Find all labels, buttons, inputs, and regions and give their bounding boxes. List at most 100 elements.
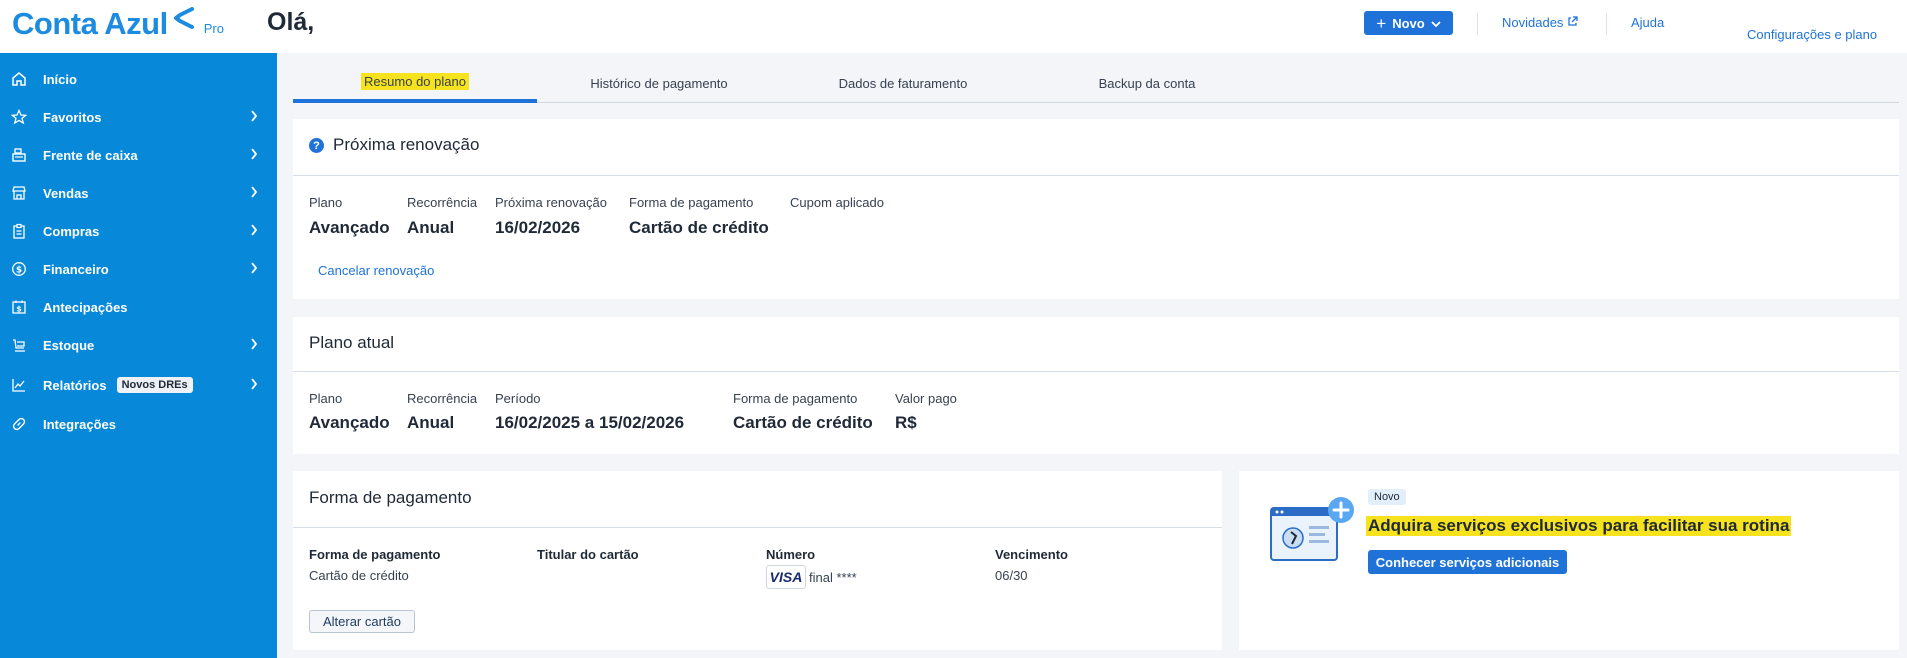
chevron-down-icon <box>1431 16 1441 31</box>
field-label: Período <box>495 391 541 406</box>
greeting: Olá, <box>267 8 315 36</box>
plus-icon: + <box>1376 13 1387 33</box>
payment-method-text: Cartão de crédito <box>309 568 409 583</box>
sidebar-item-label: Início <box>43 71 77 87</box>
chevron-right-icon <box>250 110 258 125</box>
help-icon[interactable]: ? <box>309 138 324 153</box>
column-header: Vencimento <box>995 547 1068 562</box>
tab-historico-de-pagamento[interactable]: Histórico de pagamento <box>537 64 781 103</box>
header-divider <box>1477 13 1478 35</box>
recurrence-value: Anual <box>407 413 455 432</box>
logo[interactable]: Conta Azul Pro <box>12 6 224 42</box>
logo-mark-icon <box>172 7 196 34</box>
chevron-right-icon <box>250 338 258 353</box>
home-icon <box>10 70 28 88</box>
sidebar-item-label: Integrações <box>43 416 116 432</box>
sidebar-item-inicio[interactable]: Início <box>0 62 277 96</box>
tab-label: Resumo do plano <box>361 73 469 90</box>
news-link[interactable]: Novidades <box>1502 15 1579 30</box>
amount-paid-value: R$ <box>895 413 917 432</box>
tab-bar: Resumo do plano Histórico de pagamento D… <box>293 64 1899 103</box>
tab-backup-da-conta[interactable]: Backup da conta <box>1025 64 1269 103</box>
store-icon <box>10 184 28 202</box>
column-header: Titular do cartão <box>537 547 639 562</box>
field-label: Próxima renovação <box>495 195 607 210</box>
svg-text:$: $ <box>16 305 22 314</box>
sidebar-item-label: Vendas <box>43 185 89 201</box>
top-header: Conta Azul Pro Olá, + Novo Novidades Aju… <box>0 0 1907 53</box>
period-value: 16/02/2025 a 15/02/2026 <box>495 413 685 432</box>
settings-link[interactable]: Configurações e plano <box>1747 27 1877 42</box>
sidebar-item-label: Relatórios <box>43 377 107 393</box>
field-label: Valor pago <box>895 391 957 406</box>
news-link-label: Novidades <box>1502 15 1564 30</box>
link-icon <box>10 415 28 433</box>
sidebar-item-compras[interactable]: Compras <box>0 214 277 248</box>
calendar-dollar-icon: $ <box>10 298 28 316</box>
payment-method-card: Forma de pagamento Forma de pagamento Ti… <box>293 471 1222 650</box>
card-number-text: final **** <box>809 570 857 585</box>
header-divider <box>1606 13 1607 35</box>
sidebar-item-relatorios[interactable]: Relatórios Novos DREs <box>0 368 277 402</box>
divider <box>293 371 1899 372</box>
sidebar-item-financeiro[interactable]: $ Financeiro <box>0 252 277 286</box>
sidebar-item-favoritos[interactable]: Favoritos <box>0 100 277 134</box>
field-label: Plano <box>309 195 343 210</box>
card-expiry-text: 06/30 <box>995 568 1028 583</box>
sidebar-item-vendas[interactable]: Vendas <box>0 176 277 210</box>
services-illustration-icon <box>1269 496 1359 571</box>
help-link[interactable]: Ajuda <box>1631 15 1664 30</box>
sidebar-item-estoque[interactable]: Estoque <box>0 328 277 362</box>
new-badge: Novo <box>1368 489 1406 505</box>
field-label: Plano <box>309 391 343 406</box>
promo-title: Adquira serviços exclusivos para facilit… <box>1366 516 1792 536</box>
box-icon <box>10 336 28 354</box>
sidebar-item-integracoes[interactable]: Integrações <box>0 407 277 441</box>
svg-text:$: $ <box>16 266 22 276</box>
divider <box>293 175 1899 176</box>
tab-label: Backup da conta <box>1098 76 1196 91</box>
current-plan-card: Plano atual Plano Avançado Recorrência A… <box>293 317 1899 454</box>
column-header: Forma de pagamento <box>309 547 441 562</box>
tab-label: Histórico de pagamento <box>590 76 728 91</box>
plan-value: Avançado <box>309 413 390 432</box>
clipboard-icon <box>10 222 28 240</box>
sidebar-item-frente-de-caixa[interactable]: Frente de caixa <box>0 138 277 172</box>
additional-services-button[interactable]: Conhecer serviços adicionais <box>1368 550 1567 574</box>
tab-label: Dados de faturamento <box>838 76 968 91</box>
sidebar-item-label: Financeiro <box>43 261 109 277</box>
dollar-circle-icon: $ <box>10 260 28 278</box>
field-label: Forma de pagamento <box>733 391 858 406</box>
card-title: Forma de pagamento <box>309 488 472 507</box>
card-title: Próxima renovação <box>333 135 480 154</box>
star-icon <box>10 108 28 126</box>
promo-card: Novo Adquira serviços exclusivos para fa… <box>1239 471 1899 650</box>
column-header: Número <box>766 547 816 562</box>
payment-method-value: Cartão de crédito <box>629 218 769 237</box>
next-renewal-card: ? Próxima renovação Plano Avançado Recor… <box>293 119 1899 299</box>
tab-dados-de-faturamento[interactable]: Dados de faturamento <box>781 64 1025 103</box>
sidebar-item-label: Favoritos <box>43 109 102 125</box>
logo-text: Conta Azul <box>12 6 168 41</box>
external-link-icon <box>1567 15 1579 30</box>
cancel-renewal-link[interactable]: Cancelar renovação <box>318 263 434 278</box>
chevron-right-icon <box>250 186 258 201</box>
new-button-label: Novo <box>1392 15 1425 31</box>
payment-method-value: Cartão de crédito <box>733 413 873 432</box>
field-label: Cupom aplicado <box>790 195 884 210</box>
logo-pro-label: Pro <box>203 21 224 36</box>
chevron-right-icon <box>250 262 258 277</box>
sidebar: Início Favoritos Frente de caixa Vendas … <box>0 53 277 658</box>
recurrence-value: Anual <box>407 218 455 237</box>
sidebar-item-antecipacoes[interactable]: $ Antecipações <box>0 290 277 324</box>
field-label: Recorrência <box>407 195 478 210</box>
change-card-button[interactable]: Alterar cartão <box>309 610 415 633</box>
new-button[interactable]: + Novo <box>1364 11 1453 35</box>
chart-line-icon <box>10 376 28 394</box>
chevron-right-icon <box>250 224 258 239</box>
new-reports-badge: Novos DREs <box>116 377 193 393</box>
tab-resumo-do-plano[interactable]: Resumo do plano <box>293 64 537 103</box>
chevron-right-icon <box>250 378 258 393</box>
divider <box>293 527 1222 528</box>
cash-register-icon <box>10 146 28 164</box>
